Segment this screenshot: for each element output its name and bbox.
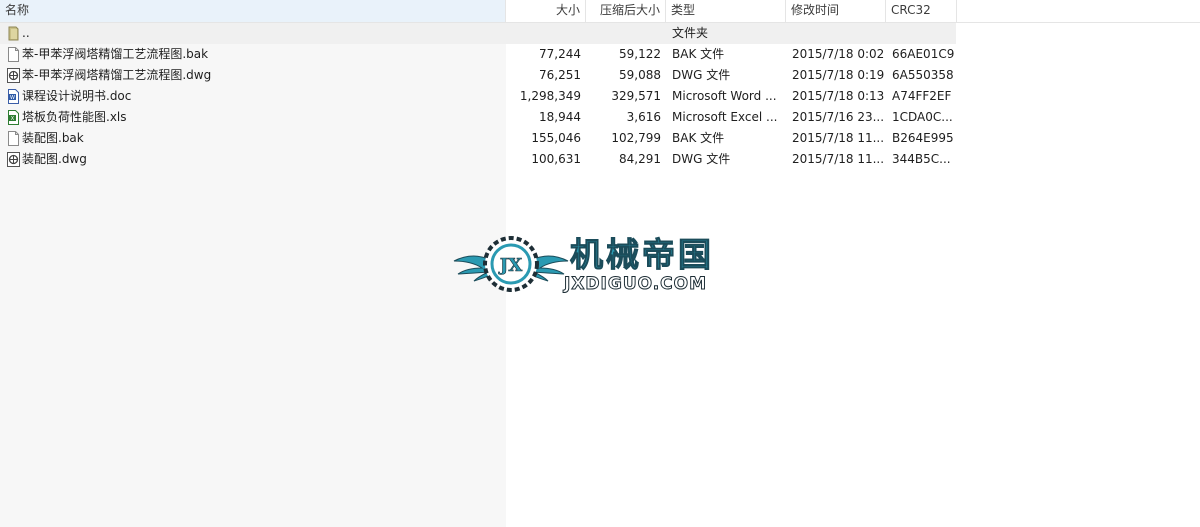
file-row[interactable]: W 课程设计说明书.doc 1,298,349 329,571 Microsoft Wo… xyxy=(0,86,956,107)
file-modified: 2015/7/16 23... xyxy=(792,110,884,124)
file-size: 76,251 xyxy=(539,68,581,82)
file-modified: 2015/7/18 0:19 xyxy=(792,68,884,82)
winged-gear-icon: JX xyxy=(453,236,569,292)
file-packed-size: 59,088 xyxy=(619,68,661,82)
column-header-name-label: 名称 xyxy=(5,3,30,17)
file-row[interactable]: 装配图.bak 155,046 102,799 BAK 文件 2015/7/18 11.… xyxy=(0,128,956,149)
file-type: BAK 文件 xyxy=(672,131,725,145)
file-modified: 2015/7/18 11... xyxy=(792,131,884,145)
file-modified: 2015/7/18 11... xyxy=(792,152,884,166)
file-size: 1,298,349 xyxy=(519,89,581,103)
watermark-logo: JX 机械帝国 JXDIGUO.COM xyxy=(452,231,748,297)
file-row[interactable]: 苯-甲苯浮阀塔精馏工艺流程图.bak 77,244 59,122 BAK 文件 2015… xyxy=(0,44,956,65)
file-row[interactable]: 装配图.dwg 100,631 84,291 DWG 文件 2015/7/18 11..… xyxy=(0,149,956,170)
file-type: Microsoft Excel ... xyxy=(672,110,778,124)
sort-ascending-icon: ^ xyxy=(248,0,257,6)
column-header-crc32[interactable]: CRC32 xyxy=(886,0,957,22)
watermark-title: 机械帝国 xyxy=(570,235,714,274)
column-header-modified[interactable]: 修改时间 xyxy=(786,0,886,22)
parent-folder-type: 文件夹 xyxy=(672,26,709,40)
file-size: 18,944 xyxy=(539,110,581,124)
dwg-file-icon xyxy=(7,68,20,83)
file-size: 77,244 xyxy=(539,47,581,61)
folder-icon xyxy=(8,26,19,41)
watermark-logo-letters: JX xyxy=(498,255,523,276)
file-crc32: 344B5C... xyxy=(892,152,951,166)
file-name: 装配图.bak xyxy=(22,131,84,145)
file-crc32: 6A550358 xyxy=(892,68,954,82)
watermark-subtitle: JXDIGUO.COM xyxy=(563,274,708,294)
file-type: Microsoft Word ... xyxy=(672,89,777,103)
excel-file-icon: X xyxy=(8,110,19,125)
parent-folder-name: .. xyxy=(22,26,30,40)
column-header-type[interactable]: 类型 xyxy=(666,0,786,22)
column-header-packed-size[interactable]: 压缩后大小 xyxy=(586,0,666,22)
file-row[interactable]: X 塔板负荷性能图.xls 18,944 3,616 Microsoft Excel .… xyxy=(0,107,956,128)
column-header-size[interactable]: 大小 xyxy=(506,0,586,22)
file-packed-size: 3,616 xyxy=(626,110,661,124)
file-size: 100,631 xyxy=(531,152,581,166)
file-modified: 2015/7/18 0:02 xyxy=(792,47,884,61)
file-name: 塔板负荷性能图.xls xyxy=(22,110,127,124)
file-crc32: B264E995 xyxy=(892,131,954,145)
file-modified: 2015/7/18 0:13 xyxy=(792,89,884,103)
svg-text:X: X xyxy=(11,116,15,122)
parent-folder-row[interactable]: .. 文件夹 xyxy=(0,23,956,44)
file-packed-size: 84,291 xyxy=(619,152,661,166)
dwg-file-icon xyxy=(7,152,20,167)
file-packed-size: 59,122 xyxy=(619,47,661,61)
file-packed-size: 102,799 xyxy=(611,131,661,145)
file-name: 课程设计说明书.doc xyxy=(22,89,132,103)
column-header-name[interactable]: 名称 ^ xyxy=(0,0,506,22)
file-name: 苯-甲苯浮阀塔精馏工艺流程图.bak xyxy=(22,47,209,61)
file-name: 装配图.dwg xyxy=(22,152,87,166)
file-name: 苯-甲苯浮阀塔精馏工艺流程图.dwg xyxy=(22,68,212,82)
blank-file-icon xyxy=(8,47,19,62)
file-type: BAK 文件 xyxy=(672,47,725,61)
file-type: DWG 文件 xyxy=(672,68,731,82)
file-packed-size: 329,571 xyxy=(611,89,661,103)
svg-text:W: W xyxy=(10,95,15,101)
file-size: 155,046 xyxy=(531,131,581,145)
file-crc32: 1CDA0C... xyxy=(892,110,953,124)
file-row[interactable]: 苯-甲苯浮阀塔精馏工艺流程图.dwg 76,251 59,088 DWG 文件 2015… xyxy=(0,65,956,86)
word-file-icon: W xyxy=(8,89,19,104)
file-type: DWG 文件 xyxy=(672,152,731,166)
column-header-bar: 名称 ^ 大小 压缩后大小 类型 修改时间 CRC32 xyxy=(0,0,1200,23)
file-crc32: 66AE01C9 xyxy=(892,47,954,61)
file-crc32: A74FF2EF xyxy=(892,89,952,103)
blank-file-icon xyxy=(8,131,19,146)
